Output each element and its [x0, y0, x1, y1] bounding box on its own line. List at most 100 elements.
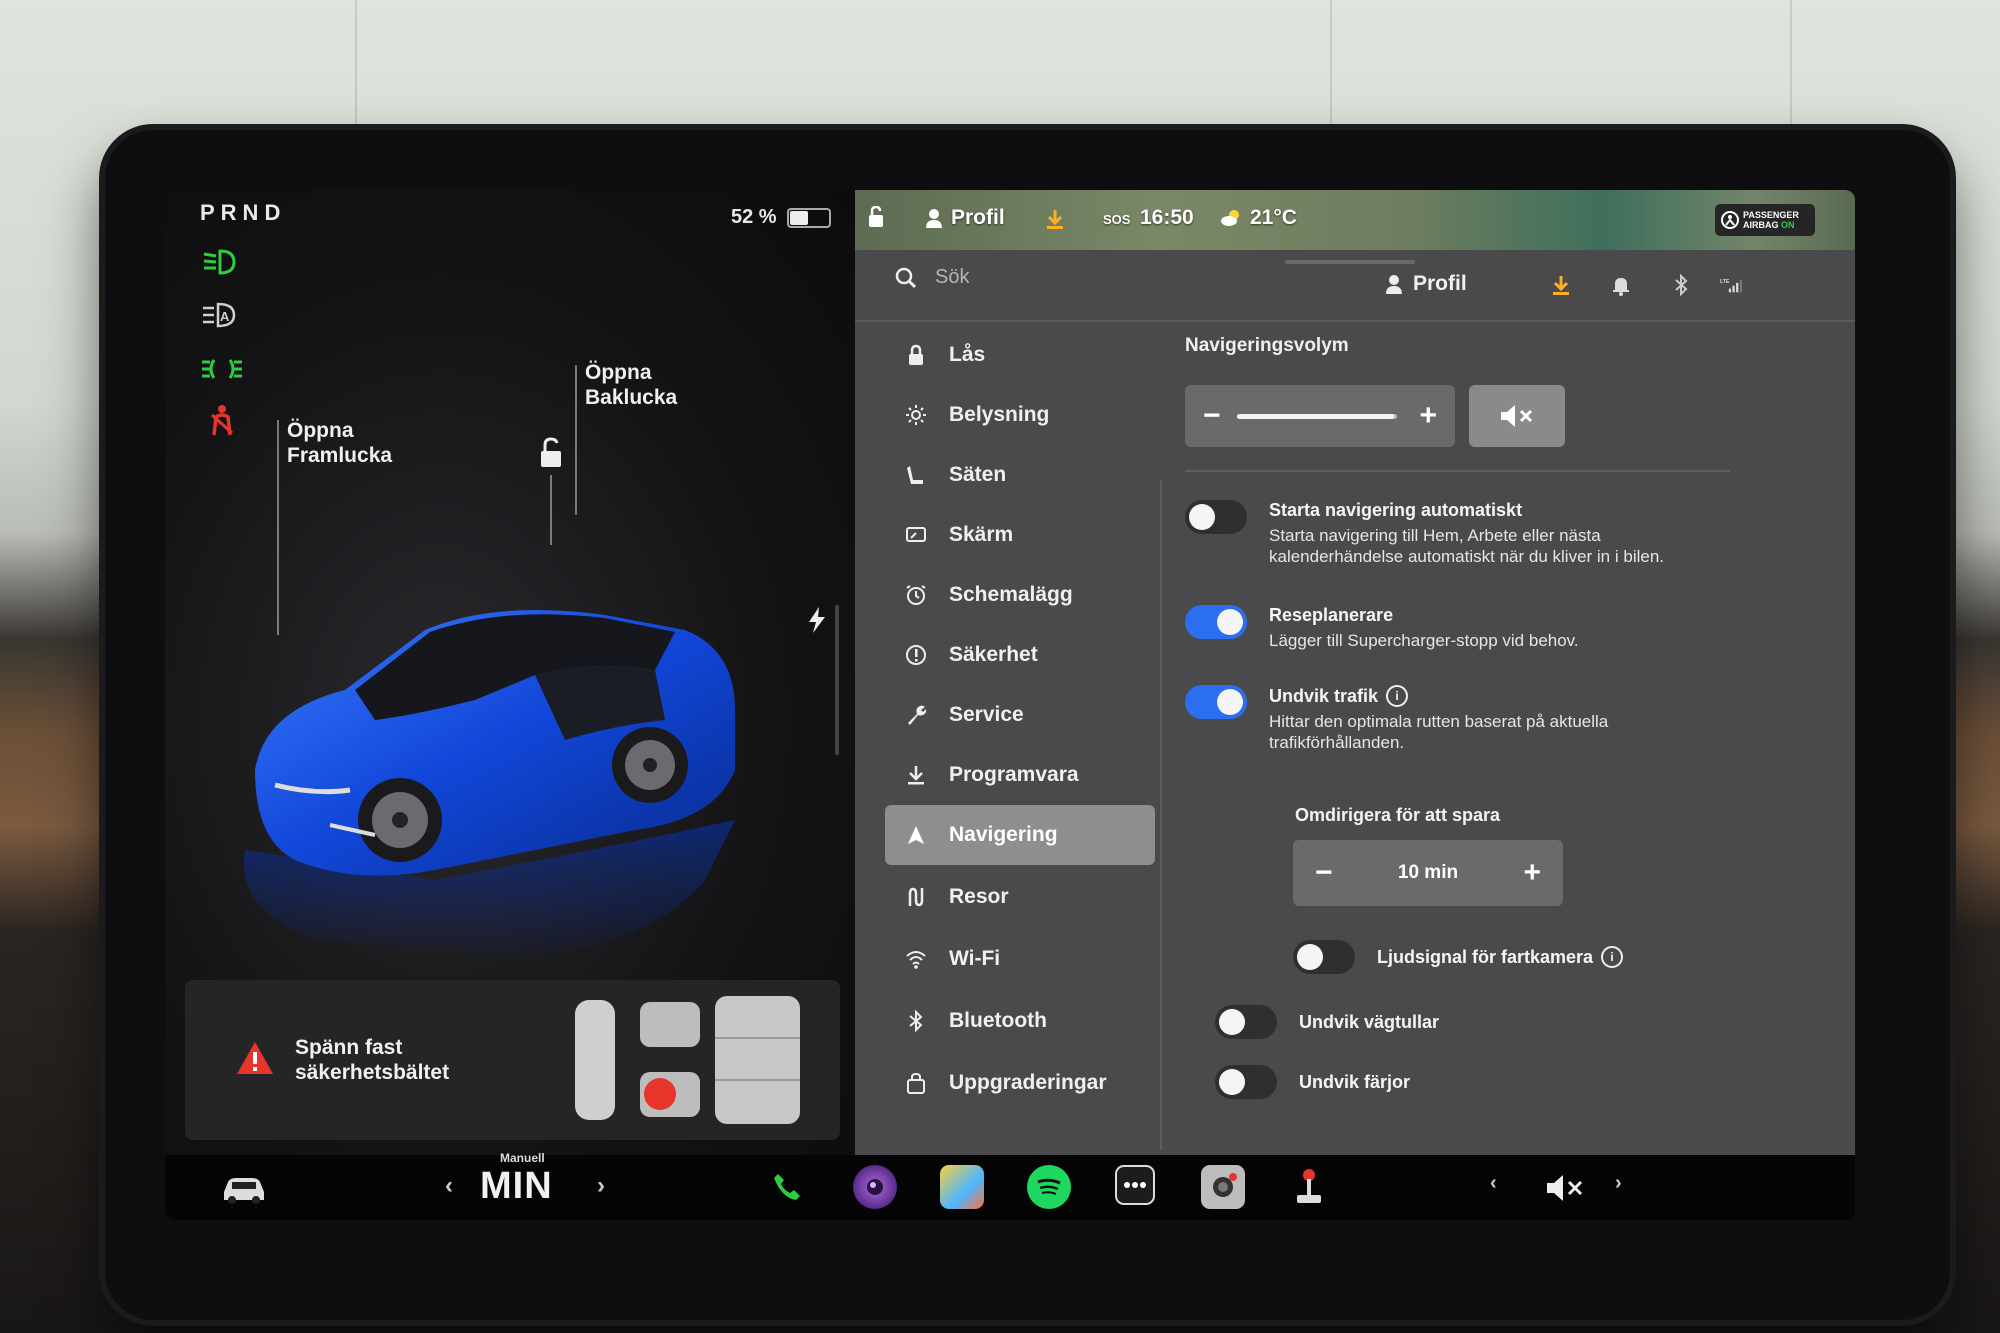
wrench-icon [908, 705, 927, 725]
weather: 21°C [1220, 206, 1297, 230]
avoid-traffic-toggle[interactable] [1185, 685, 1247, 719]
lock-icon [909, 344, 923, 365]
menu-item-label: Navigering [949, 823, 1058, 846]
door-lock-icon[interactable] [867, 206, 885, 228]
search-placeholder: Sök [935, 266, 970, 288]
plus-icon[interactable]: + [1523, 856, 1541, 890]
menu-item-label: Bluetooth [949, 1009, 1047, 1032]
menu-item-label: Belysning [949, 403, 1050, 426]
menu-item-uppgraderingar[interactable]: Uppgraderingar [885, 1053, 1155, 1113]
open-trunk-callout[interactable]: Öppna Baklucka [585, 360, 677, 410]
menu-item-navigering[interactable]: Navigering [885, 805, 1155, 865]
download-icon [908, 766, 924, 785]
airbag-icon [1721, 211, 1739, 229]
climate-value[interactable]: MIN [480, 1165, 553, 1208]
bell-icon[interactable] [1610, 274, 1632, 296]
avoid-tolls-toggle[interactable] [1215, 1005, 1277, 1039]
navigation-settings: Navigeringsvolym − + Starta navigering a… [1185, 335, 1845, 1099]
seatbelt-alert-card: Spänn fast säkerhetsbältet [185, 980, 840, 1140]
low-beam-icon [200, 245, 244, 279]
gear-selector: PRND [200, 200, 287, 225]
toybox-icon[interactable] [940, 1165, 984, 1209]
seatbelt-warning-icon [200, 403, 244, 437]
info-icon[interactable]: i [1601, 946, 1624, 968]
speed-camera-toggle[interactable] [1293, 940, 1355, 974]
auto-headlight-icon: A [200, 298, 244, 332]
plus-icon[interactable]: + [1419, 399, 1437, 433]
menu-item-skärm[interactable]: Skärm [885, 505, 1155, 565]
spotify-icon[interactable] [1027, 1165, 1071, 1209]
volume-up-chevron[interactable]: › [1615, 1172, 1622, 1195]
menu-item-label: Uppgraderingar [949, 1071, 1107, 1094]
menu-item-resor[interactable]: Resor [885, 867, 1155, 927]
svg-text:A: A [220, 309, 230, 324]
nav-mute-button[interactable] [1469, 385, 1565, 447]
more-icon[interactable] [1115, 1165, 1155, 1205]
menu-item-label: Wi-Fi [949, 947, 1001, 970]
avoid-ferries-toggle[interactable] [1215, 1065, 1277, 1099]
menu-item-säkerhet[interactable]: Säkerhet [885, 625, 1155, 685]
setting-trip-planner[interactable]: Reseplanerare Lägger till Supercharger-s… [1185, 605, 1579, 651]
model-y-render [243, 610, 735, 960]
menu-item-bluetooth[interactable]: Bluetooth [885, 991, 1155, 1051]
charge-port-icon[interactable] [805, 605, 829, 635]
search-field[interactable]: Sök [895, 266, 969, 289]
lte-signal-icon: LTE [1720, 279, 1742, 293]
reroute-value: 10 min [1397, 862, 1459, 883]
setting-avoid-traffic[interactable]: Undvik trafik i Hittar den optimala rutte… [1185, 685, 1739, 753]
clock: 16:50 [1140, 206, 1194, 229]
download-icon[interactable] [1550, 274, 1572, 296]
status-profile[interactable]: Profil [925, 206, 1005, 230]
menu-item-belysning[interactable]: Belysning [885, 385, 1155, 445]
camera-lens-icon[interactable] [853, 1165, 897, 1209]
menu-item-lås[interactable]: Lås [885, 325, 1155, 385]
status-bar: Profil SOS 16:50 21°C PASSENGER AIRBAG ON [855, 190, 1855, 250]
unlock-icon[interactable] [533, 435, 569, 471]
setting-auto-navigate[interactable]: Starta navigering automatiskt Starta nav… [1185, 500, 1739, 567]
phone-icon[interactable] [765, 1165, 809, 1209]
bluetooth-icon[interactable] [1670, 274, 1692, 296]
seat-icon [907, 466, 923, 484]
dashcam-icon[interactable] [1201, 1165, 1245, 1209]
open-frunk-callout[interactable]: Öppna Framlucka [287, 418, 392, 468]
setting-avoid-ferries[interactable]: Undvik färjor [1215, 1065, 1410, 1099]
display-icon [906, 527, 926, 542]
settings-menu: Lås Belysning Säten Skärm Schemalägg Säkerhet… [885, 325, 1155, 1113]
menu-item-label: Programvara [949, 763, 1079, 786]
sun-icon [906, 405, 926, 425]
joystick-icon[interactable] [1287, 1165, 1331, 1209]
info-icon[interactable]: i [1386, 685, 1409, 707]
minus-icon[interactable]: − [1203, 399, 1221, 433]
seatbelt-alert-text: Spänn fast säkerhetsbältet [295, 1036, 450, 1084]
menu-item-programvara[interactable]: Programvara [885, 745, 1155, 805]
battery-indicator: 52 % [731, 206, 831, 229]
menu-item-säten[interactable]: Säten [885, 445, 1155, 505]
menu-item-wi-fi[interactable]: Wi-Fi [885, 929, 1155, 989]
climate-down-chevron[interactable]: ‹ [445, 1172, 453, 1200]
battery-percent: 52 % [731, 206, 777, 228]
setting-speed-camera[interactable]: Ljudsignal för fartkamera i [1293, 940, 1624, 974]
setting-avoid-tolls[interactable]: Undvik vägtullar [1215, 1005, 1439, 1039]
menu-item-label: Lås [949, 343, 986, 366]
car-icon[interactable] [220, 1170, 268, 1204]
climate-up-chevron[interactable]: › [597, 1172, 605, 1200]
menu-item-schemalägg[interactable]: Schemalägg [885, 565, 1155, 625]
shopping-bag-icon [907, 1072, 925, 1094]
menu-item-label: Schemalägg [949, 583, 1073, 606]
volume-down-chevron[interactable]: ‹ [1490, 1172, 1497, 1195]
seat-occupancy-map [575, 996, 800, 1124]
menu-item-service[interactable]: Service [885, 685, 1155, 745]
trip-planner-toggle[interactable] [1185, 605, 1247, 639]
settings-top-bar: Sök Profil LTE [855, 250, 1855, 320]
reroute-stepper[interactable]: − 10 min + [1293, 840, 1563, 906]
menu-item-label: Service [949, 703, 1024, 726]
profile-button[interactable]: Profil [1385, 272, 1467, 296]
speaker-mute-icon [1501, 405, 1533, 427]
nav-volume-slider[interactable]: − + [1185, 385, 1455, 447]
download-icon[interactable] [1045, 208, 1065, 230]
car-panel-scrollbar [835, 605, 839, 755]
speaker-mute-icon[interactable] [1545, 1171, 1585, 1205]
minus-icon[interactable]: − [1315, 856, 1333, 890]
auto-navigate-toggle[interactable] [1185, 500, 1247, 534]
parking-light-icon [200, 352, 244, 386]
